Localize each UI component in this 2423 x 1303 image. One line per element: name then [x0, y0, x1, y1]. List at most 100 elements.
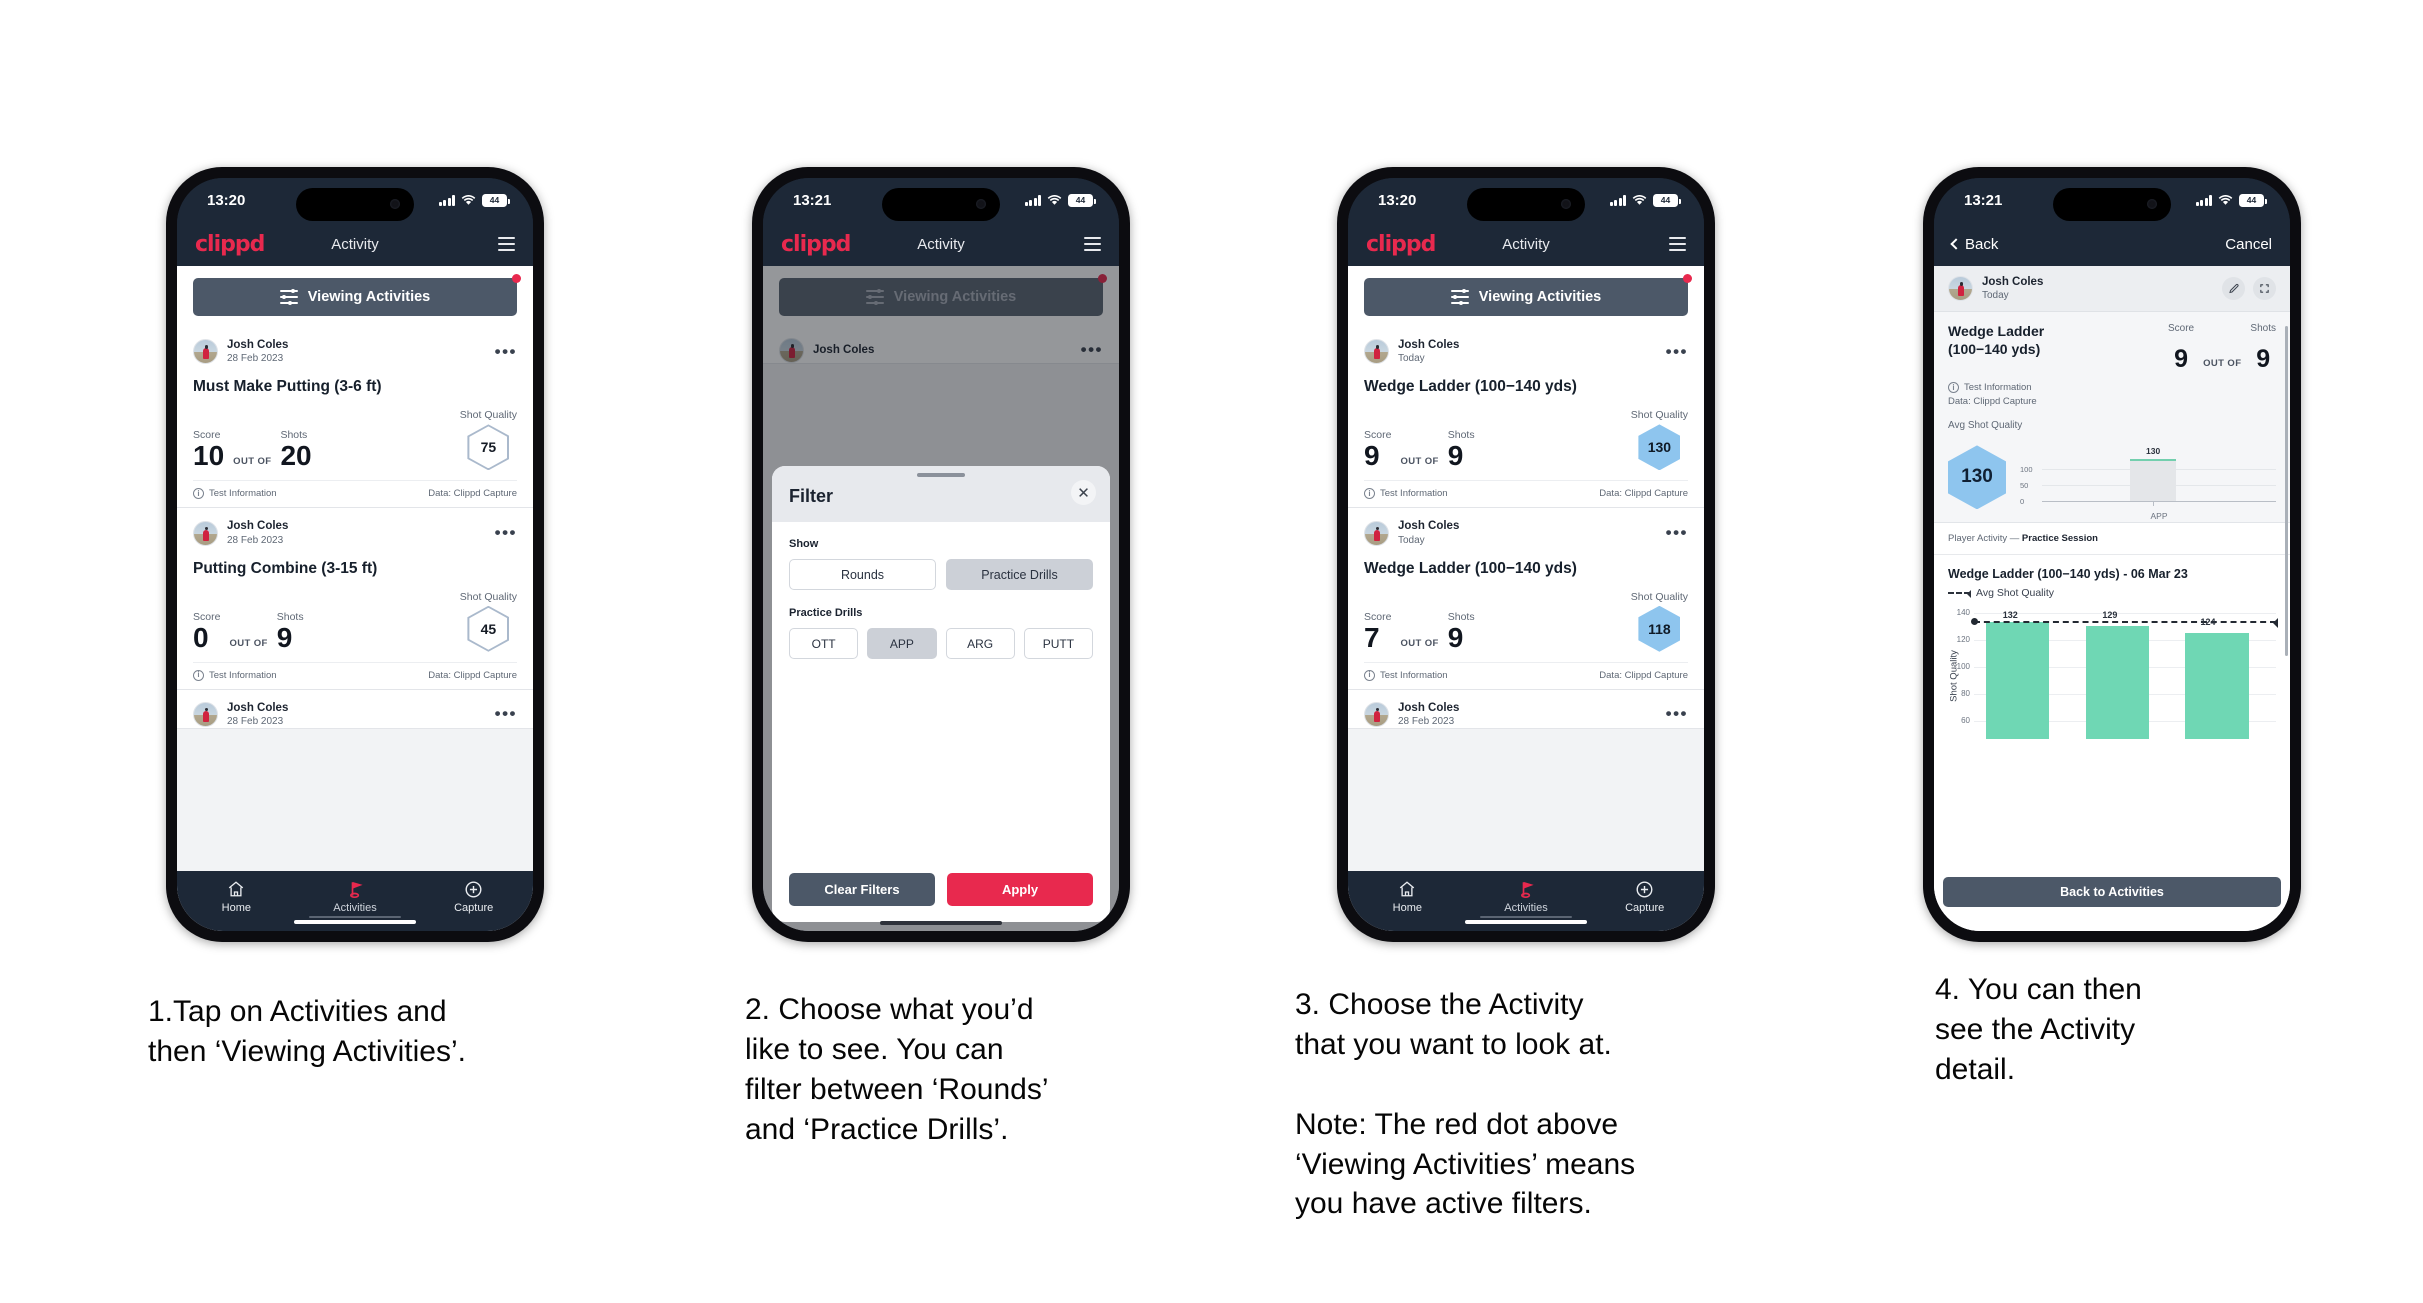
score-block: Score 9	[1364, 429, 1391, 470]
card-header: Josh Coles 28 Feb 2023 •••	[193, 338, 517, 365]
shots-block: Shots 9	[277, 611, 304, 652]
clippd-logo: clippd	[781, 231, 851, 257]
card-footer: i Test Information Data: Clippd Capture	[1364, 480, 1688, 507]
shots-value: 9	[1447, 621, 1464, 653]
more-options-icon[interactable]: •••	[1666, 705, 1688, 722]
activity-card[interactable]: Josh Coles 28 Feb 2023 ••• Must Make Put…	[177, 327, 533, 509]
active-filter-dot	[512, 274, 521, 283]
clippd-logo: clippd	[195, 231, 265, 257]
shots-value: 9	[1447, 440, 1464, 472]
activity-list-3[interactable]: Josh Coles Today ••• Wedge Ladder (100−1…	[1348, 327, 1704, 871]
more-options-icon[interactable]: •••	[495, 342, 517, 359]
back-label: Back	[1965, 235, 1999, 253]
detail-header: Josh Coles Today	[1934, 266, 2290, 313]
back-to-activities-button[interactable]: Back to Activities	[1943, 877, 2281, 907]
test-information-label: Test Information	[209, 669, 277, 681]
drill-option-putt[interactable]: PUTT	[1023, 628, 1093, 659]
wifi-icon	[2218, 194, 2233, 206]
out-of-label: OUT OF	[2203, 358, 2242, 370]
user-name: Josh Coles	[227, 339, 289, 351]
notch	[2053, 188, 2171, 221]
bar-chart: Shot Quality 140 120 100 80 60 132 129 1…	[1948, 608, 2278, 740]
bar-value: 124	[2200, 617, 2216, 628]
shots-label: Shots	[276, 610, 304, 623]
tab-home[interactable]: Home	[177, 878, 296, 914]
viewing-activities-button[interactable]: Viewing Activities	[1364, 278, 1688, 316]
shot-quality-block: Shot Quality 118	[1631, 591, 1688, 652]
viewing-activities-button[interactable]: Viewing Activities	[193, 278, 517, 316]
activity-card[interactable]: Josh Coles 28 Feb 2023 •••	[1348, 689, 1704, 730]
avatar	[193, 339, 218, 365]
out-of-label: OUT OF	[1400, 637, 1439, 649]
more-options-icon[interactable]: •••	[495, 705, 517, 722]
plus-circle-icon	[414, 878, 533, 900]
signal-icon	[2195, 194, 2212, 206]
out-of-label: OUT OF	[233, 456, 272, 468]
tab-capture[interactable]: Capture	[1585, 878, 1704, 914]
status-time: 13:21	[1964, 191, 2003, 209]
test-information-label: Test Information	[1964, 382, 2032, 394]
activity-card[interactable]: Josh Coles Today ••• Wedge Ladder (100−1…	[1348, 327, 1704, 509]
drill-option-arg[interactable]: ARG	[945, 628, 1015, 659]
user-name: Josh Coles	[227, 520, 289, 533]
apply-button[interactable]: Apply	[947, 873, 1093, 906]
drill-option-app[interactable]: APP	[867, 628, 937, 659]
cancel-button[interactable]: Cancel	[2225, 236, 2272, 253]
score-value: 10	[193, 440, 225, 472]
phone-4: 13:21 44 Back Cancel Josh Coles Today We…	[1923, 167, 2301, 942]
show-section-label: Show	[789, 538, 819, 550]
clippd-logo: clippd	[1366, 231, 1436, 257]
activity-card[interactable]: Josh Coles 28 Feb 2023 •••	[177, 689, 533, 730]
chevron-left-icon	[1950, 238, 1962, 250]
tutorial-board: 13:20 44 clippd Activity Viewing Activit…	[0, 0, 2423, 1303]
activity-stats: Score 9 OUT OF Shots 9 Shot Quality 130	[1364, 409, 1688, 480]
pencil-icon[interactable]	[2222, 277, 2245, 301]
show-option-practice-drills[interactable]: Practice Drills	[946, 559, 1093, 590]
filter-title: Filter	[789, 486, 834, 506]
wifi-icon	[461, 194, 476, 206]
bottom-tab-bar-1[interactable]: Home Activities Capture	[177, 871, 533, 931]
more-options-icon[interactable]: •••	[495, 524, 517, 541]
activity-list-1[interactable]: Josh Coles 28 Feb 2023 ••• Must Make Put…	[177, 327, 533, 871]
score-value: 9	[1364, 440, 1380, 472]
shot-quality-hex: 118	[1638, 605, 1681, 652]
phone-3: 13:20 44 clippd Activity Viewing Activit…	[1337, 167, 1715, 942]
signal-icon	[1609, 194, 1626, 206]
scrollbar[interactable]	[2285, 326, 2288, 656]
shot-quality-block: Shot Quality 130	[1631, 409, 1688, 471]
shot-quality-label: Shot Quality	[459, 590, 517, 603]
card-header: Josh Coles Today •••	[1364, 338, 1688, 365]
activity-date: Today	[1398, 534, 1425, 546]
status-time: 13:20	[207, 191, 246, 209]
menu-icon[interactable]	[1084, 237, 1101, 251]
tab-activities[interactable]: Activities	[296, 878, 415, 918]
back-button[interactable]: Back	[1950, 235, 1999, 253]
drag-handle[interactable]	[917, 473, 965, 477]
shot-quality-block: Shot Quality 75	[459, 409, 517, 471]
close-icon[interactable]: ✕	[1071, 480, 1096, 505]
activity-card[interactable]: Josh Coles Today ••• Wedge Ladder (100−1…	[1348, 508, 1704, 690]
more-options-icon[interactable]: •••	[1666, 524, 1688, 541]
activity-title: Wedge Ladder (100−140 yds)	[1364, 559, 1577, 577]
tab-home-label: Home	[1392, 902, 1422, 914]
activity-card[interactable]: Josh Coles 28 Feb 2023 ••• Putting Combi…	[177, 508, 533, 690]
menu-icon[interactable]	[1669, 237, 1686, 251]
expand-icon[interactable]	[2253, 277, 2276, 301]
bottom-tab-bar-3[interactable]: Home Activities Capture	[1348, 871, 1704, 931]
status-time: 13:21	[793, 191, 832, 209]
data-source-label: Data: Clippd Capture	[1599, 669, 1688, 681]
clear-filters-button[interactable]: Clear Filters	[789, 873, 935, 906]
shot-quality-label: Shot Quality	[459, 409, 517, 422]
menu-icon[interactable]	[498, 237, 515, 251]
show-option-rounds[interactable]: Rounds	[789, 559, 936, 590]
battery-icon: 44	[482, 193, 510, 207]
tab-capture[interactable]: Capture	[414, 878, 533, 914]
viewing-activities-wrap: Viewing Activities	[177, 266, 533, 327]
drill-option-ott[interactable]: OTT	[789, 628, 859, 659]
mini-chart: 100 50 0 130 APP	[2020, 443, 2276, 521]
tab-activities[interactable]: Activities	[1467, 878, 1586, 918]
score-block: Score 10	[193, 429, 224, 470]
shot-quality-hex: 130	[1638, 424, 1681, 471]
more-options-icon[interactable]: •••	[1666, 342, 1688, 359]
tab-home[interactable]: Home	[1348, 878, 1467, 914]
